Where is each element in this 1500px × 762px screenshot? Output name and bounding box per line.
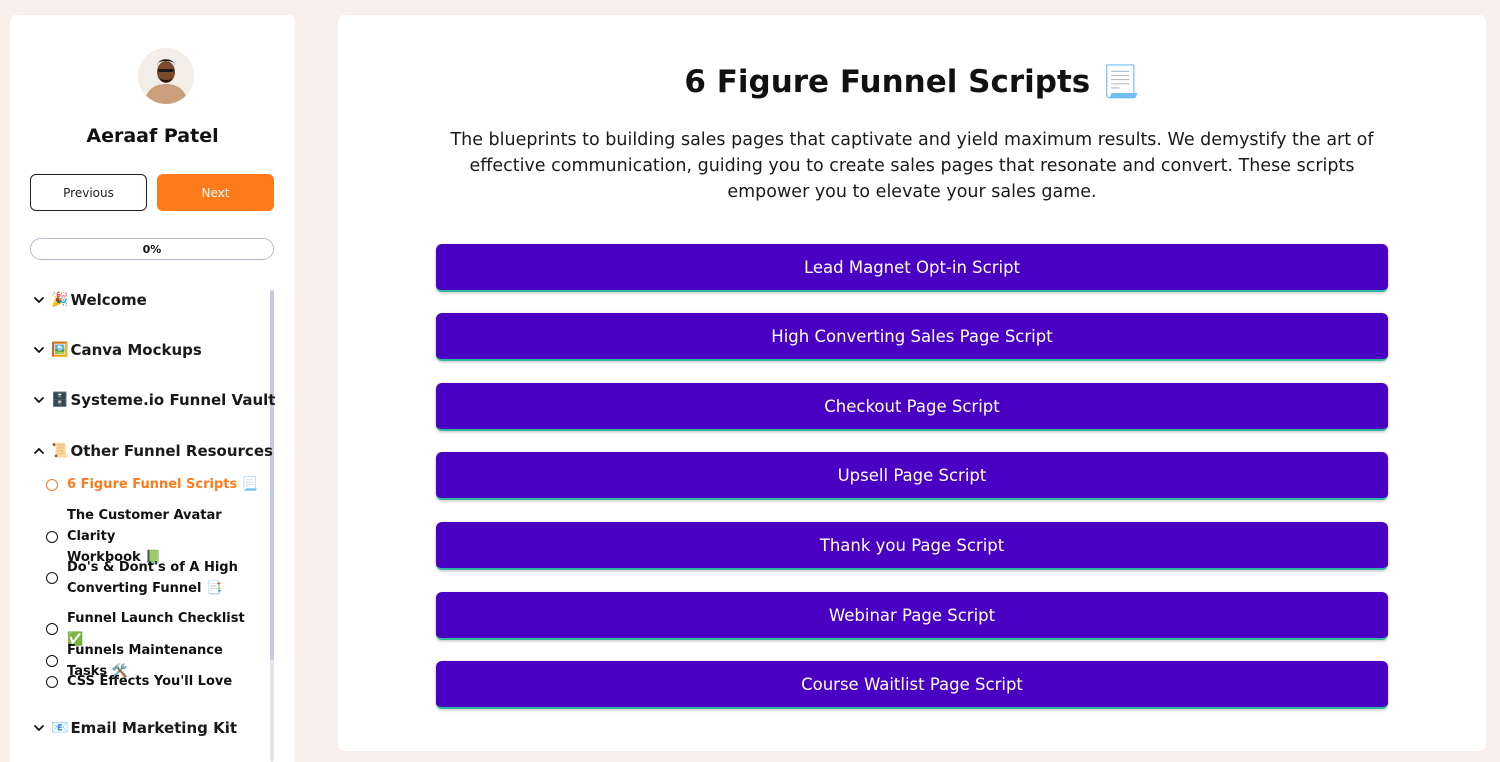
user-name: Aeraaf Patel (86, 125, 219, 147)
chevron-down-icon (30, 341, 48, 359)
avatar (138, 48, 194, 104)
script-button-checkout[interactable]: Checkout Page Script (436, 383, 1388, 431)
previous-button[interactable]: Previous (30, 174, 147, 211)
section-other-funnel-resources[interactable]: 📜 Other Funnel Resources (30, 438, 273, 464)
lesson-css-effects[interactable]: CSS Effects You'll Love (46, 671, 261, 692)
progress-bar: 0% (30, 238, 274, 260)
section-label: Systeme.io Funnel Vault (70, 391, 276, 409)
script-button-course-waitlist[interactable]: Course Waitlist Page Script (436, 661, 1388, 709)
progress-text: 0% (142, 242, 162, 256)
page-description: The blueprints to building sales pages t… (450, 130, 1374, 202)
circle-outline-icon (46, 623, 58, 635)
script-button-webinar[interactable]: Webinar Page Script (436, 592, 1388, 640)
lesson-content: 6 Figure Funnel Scripts 📃 The blueprints… (338, 15, 1486, 751)
framed-picture-icon: 🖼️ (51, 342, 69, 358)
lesson-label-line1: The Customer Avatar Clarity (67, 508, 222, 544)
section-label: Canva Mockups (70, 341, 202, 359)
circle-outline-icon (46, 675, 58, 688)
circle-outline-icon (46, 655, 58, 667)
scrollbar-thumb[interactable] (270, 290, 274, 660)
lesson-label: CSS Effects You'll Love (67, 674, 233, 689)
section-welcome[interactable]: 🎉 Welcome (30, 287, 147, 313)
chevron-down-icon (30, 719, 48, 737)
lesson-label: 6 Figure Funnel Scripts 📃 (67, 477, 258, 492)
scroll-icon: 📜 (51, 443, 69, 459)
section-email-marketing-kit[interactable]: 📧 Email Marketing Kit (30, 715, 237, 741)
lesson-label-line1: Do's & Dont's of A High (67, 560, 238, 575)
course-sidebar: Aeraaf Patel Previous Next 0% 🎉 Welcome … (10, 15, 295, 762)
circle-outline-icon (46, 530, 58, 543)
section-label: Other Funnel Resources (70, 442, 273, 460)
lesson-label: Do's & Dont's of A High Converting Funne… (67, 557, 238, 599)
next-button[interactable]: Next (157, 174, 274, 211)
section-label: Email Marketing Kit (70, 719, 238, 737)
page-title: 6 Figure Funnel Scripts 📃 (684, 64, 1140, 100)
section-label: Welcome (70, 291, 147, 309)
chevron-down-icon (30, 291, 48, 309)
lesson-label-line2: Converting Funnel 📑 (67, 581, 223, 596)
file-cabinet-icon: 🗄️ (51, 392, 69, 408)
chevron-down-icon (30, 391, 48, 409)
script-button-thank-you[interactable]: Thank you Page Script (436, 522, 1388, 570)
section-systeme-funnel-vault[interactable]: 🗄️ Systeme.io Funnel Vault (30, 387, 275, 413)
script-button-lead-magnet[interactable]: Lead Magnet Opt-in Script (436, 244, 1388, 292)
script-button-sales-page[interactable]: High Converting Sales Page Script (436, 313, 1388, 361)
script-button-upsell[interactable]: Upsell Page Script (436, 452, 1388, 500)
lesson-6-figure-funnel-scripts[interactable]: 6 Figure Funnel Scripts 📃 (46, 474, 261, 495)
section-canva-mockups[interactable]: 🖼️ Canva Mockups (30, 337, 202, 363)
chevron-up-icon (30, 442, 48, 460)
circle-outline-icon (46, 572, 58, 584)
party-icon: 🎉 (51, 292, 69, 308)
lesson-dos-donts-funnel[interactable]: Do's & Dont's of A High Converting Funne… (46, 557, 261, 599)
sidebar-scrollbar[interactable] (270, 290, 274, 762)
circle-outline-icon (46, 478, 58, 491)
envelope-icon: 📧 (51, 720, 69, 736)
